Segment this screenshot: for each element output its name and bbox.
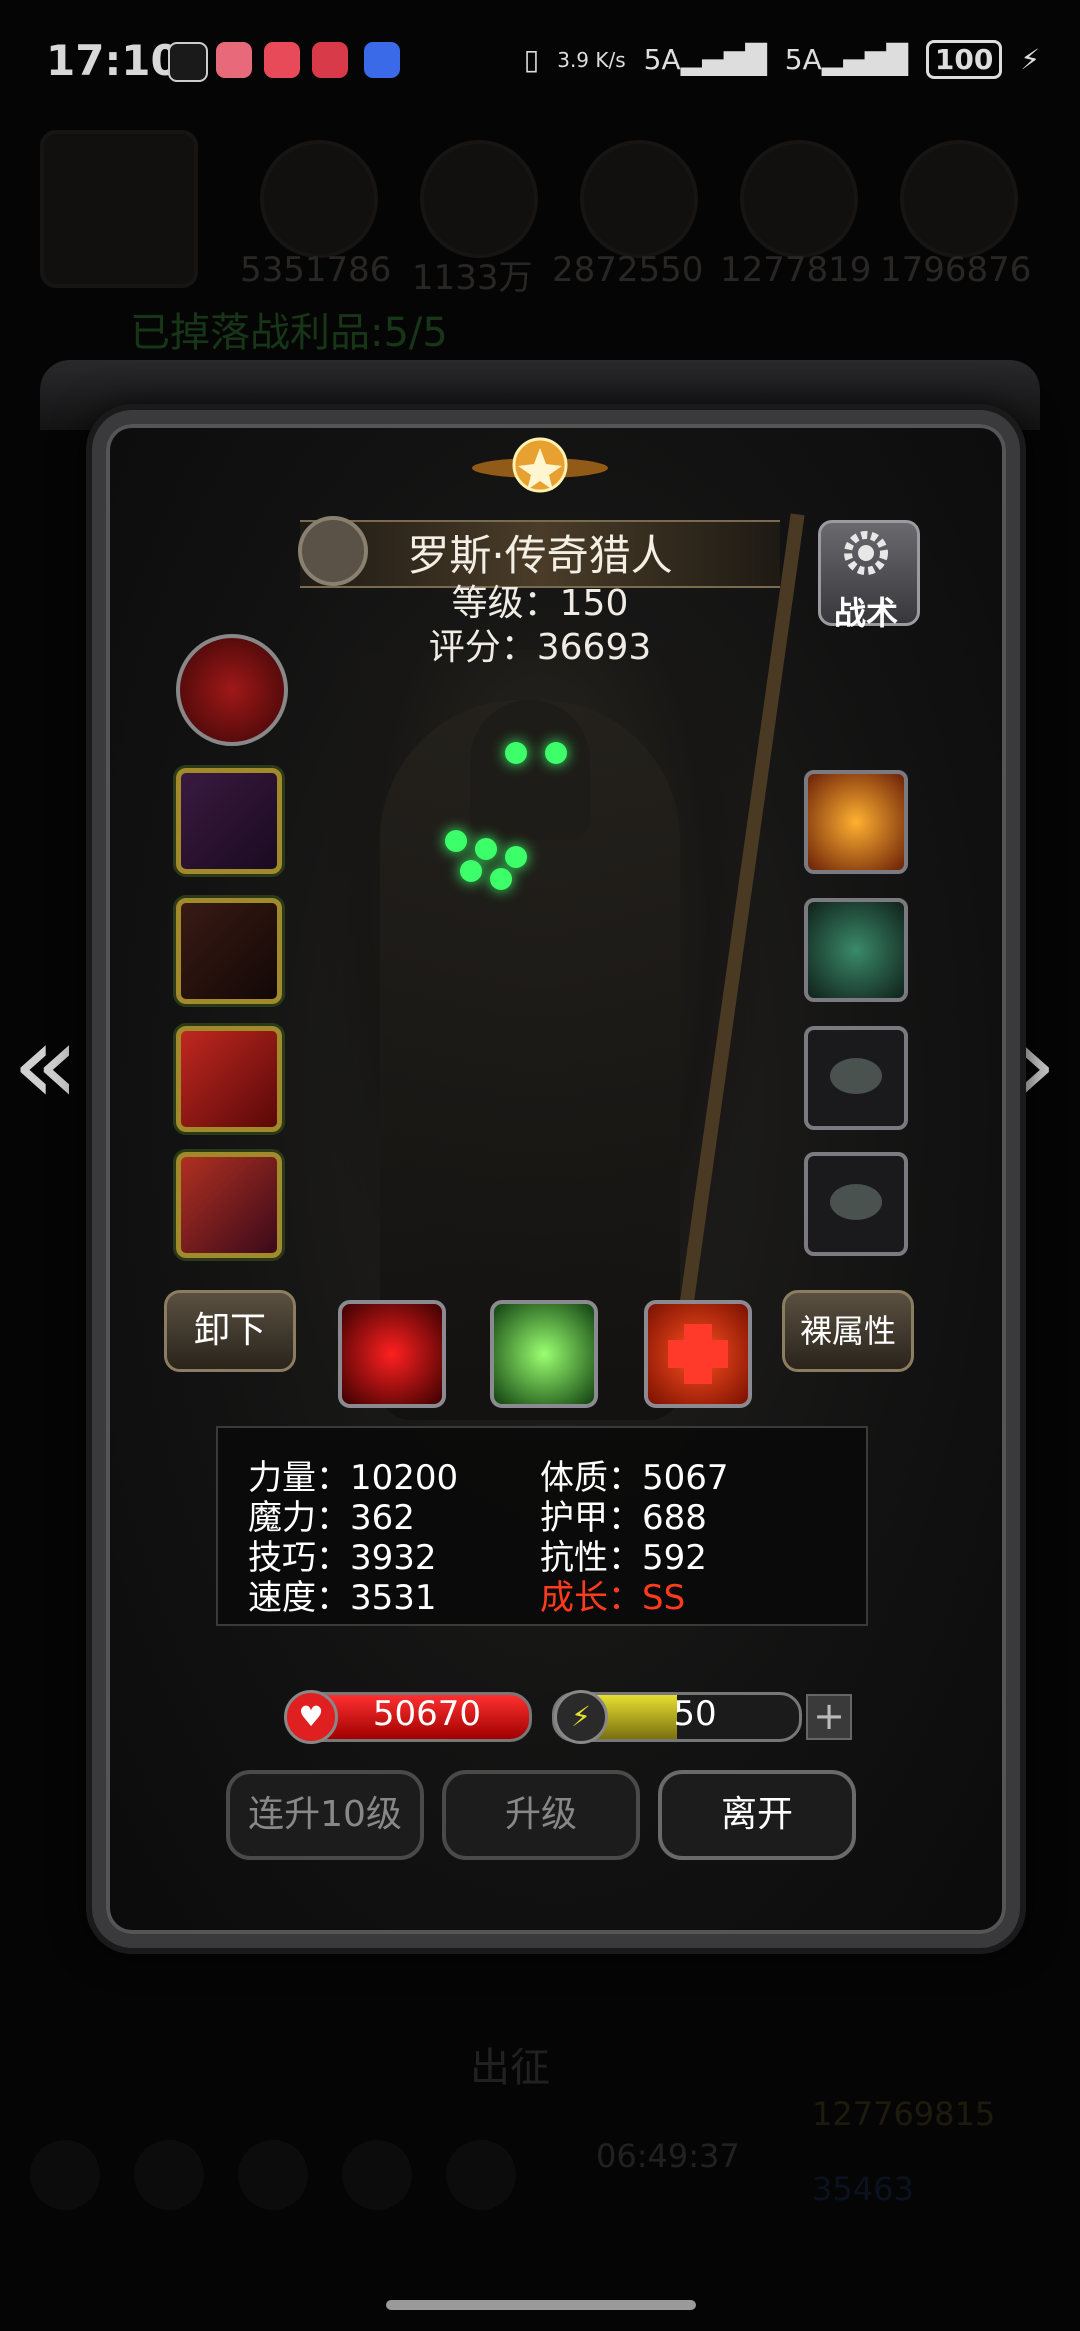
hero-portrait — [40, 130, 198, 288]
resource-icon — [900, 140, 1018, 258]
level-up-10-button[interactable]: 连升10级 — [226, 1770, 424, 1860]
stat-growth: 成长：SS — [540, 1578, 686, 1618]
background-bottom-icons — [30, 2140, 550, 2220]
resource-value: 1133万 — [412, 258, 533, 298]
resource-value: 5351786 — [240, 250, 392, 290]
go-label: 出征 — [470, 2045, 550, 2091]
timer: 06:49:37 — [596, 2137, 740, 2175]
stone-icon[interactable] — [804, 1026, 908, 1130]
dark-armor-icon[interactable] — [176, 898, 282, 1004]
loot-status: 已掉落战利品:5/5 — [130, 310, 448, 356]
unequip-button[interactable]: 卸下 — [164, 1290, 296, 1372]
red-helmet-icon[interactable] — [176, 1026, 282, 1132]
add-energy-button[interactable]: + — [806, 1694, 852, 1740]
purple-boots-icon[interactable] — [176, 1152, 282, 1258]
resource-icon — [420, 140, 538, 258]
fire-ring-icon[interactable] — [804, 770, 908, 874]
coin-count: 127769815 — [812, 2095, 996, 2133]
hero-gems — [445, 830, 555, 890]
clock: 17:10 — [46, 36, 180, 85]
app-icon — [216, 42, 252, 78]
stone-icon[interactable] — [804, 1152, 908, 1256]
heart-icon: ♥ — [284, 1690, 338, 1744]
tiktok-icon — [168, 42, 208, 82]
stat-speed: 速度：3531 — [248, 1578, 437, 1618]
home-indicator[interactable] — [386, 2300, 696, 2310]
resource-icon — [260, 140, 378, 258]
heal-skill-icon[interactable] — [644, 1300, 752, 1408]
energy-value: 50 — [673, 1694, 717, 1734]
skull-skill-icon[interactable] — [490, 1300, 598, 1408]
charging-icon: ⚡ — [1020, 43, 1040, 76]
hp-value: 50670 — [372, 1694, 482, 1734]
resource-value: 2872550 — [552, 250, 704, 290]
signal-icon: ▂▄▆█ — [821, 43, 908, 76]
net-speed: 3.9 K/s — [557, 47, 626, 72]
app-icon — [312, 42, 348, 78]
leave-button[interactable]: 离开 — [658, 1770, 856, 1860]
hero-eye — [505, 742, 527, 764]
home-app-icon — [264, 42, 300, 78]
hero-eye — [545, 742, 567, 764]
hero-hood — [470, 700, 590, 840]
battery-icon: 100 — [925, 40, 1003, 79]
status-bar: 17:10 ▯ 3.9 K/s 5A▂▄▆█ 5A▂▄▆█ 100 ⚡ — [0, 0, 1080, 120]
signal-2: 5A▂▄▆█ — [784, 43, 908, 76]
prev-hero-button[interactable]: « — [12, 1000, 79, 1128]
resource-icon — [580, 140, 698, 258]
signal-1: 5A▂▄▆█ — [643, 43, 767, 76]
emblem-icon — [472, 437, 608, 493]
gear-icon — [844, 531, 888, 575]
green-crystal-icon[interactable] — [804, 898, 908, 1002]
resource-icon — [740, 140, 858, 258]
resource-value: 1277819 — [720, 250, 872, 290]
signal-icon: ▂▄▆█ — [680, 43, 767, 76]
level-up-button[interactable]: 升级 — [442, 1770, 640, 1860]
gem-count: 35463 — [812, 2170, 914, 2208]
base-attributes-button[interactable]: 裸属性 — [782, 1290, 914, 1372]
vibrate-icon: ▯ — [523, 43, 540, 76]
faction-badge-icon[interactable] — [176, 634, 288, 746]
hero-score: 评分：36693 — [428, 627, 652, 668]
voice-app-icon — [364, 42, 400, 78]
pistol-icon[interactable] — [176, 768, 282, 874]
target-skill-icon[interactable] — [338, 1300, 446, 1408]
resource-value: 1796876 — [880, 250, 1032, 290]
tactics-label: 战术 — [833, 594, 898, 632]
status-right: ▯ 3.9 K/s 5A▂▄▆█ 5A▂▄▆█ 100 ⚡ — [524, 40, 1040, 79]
